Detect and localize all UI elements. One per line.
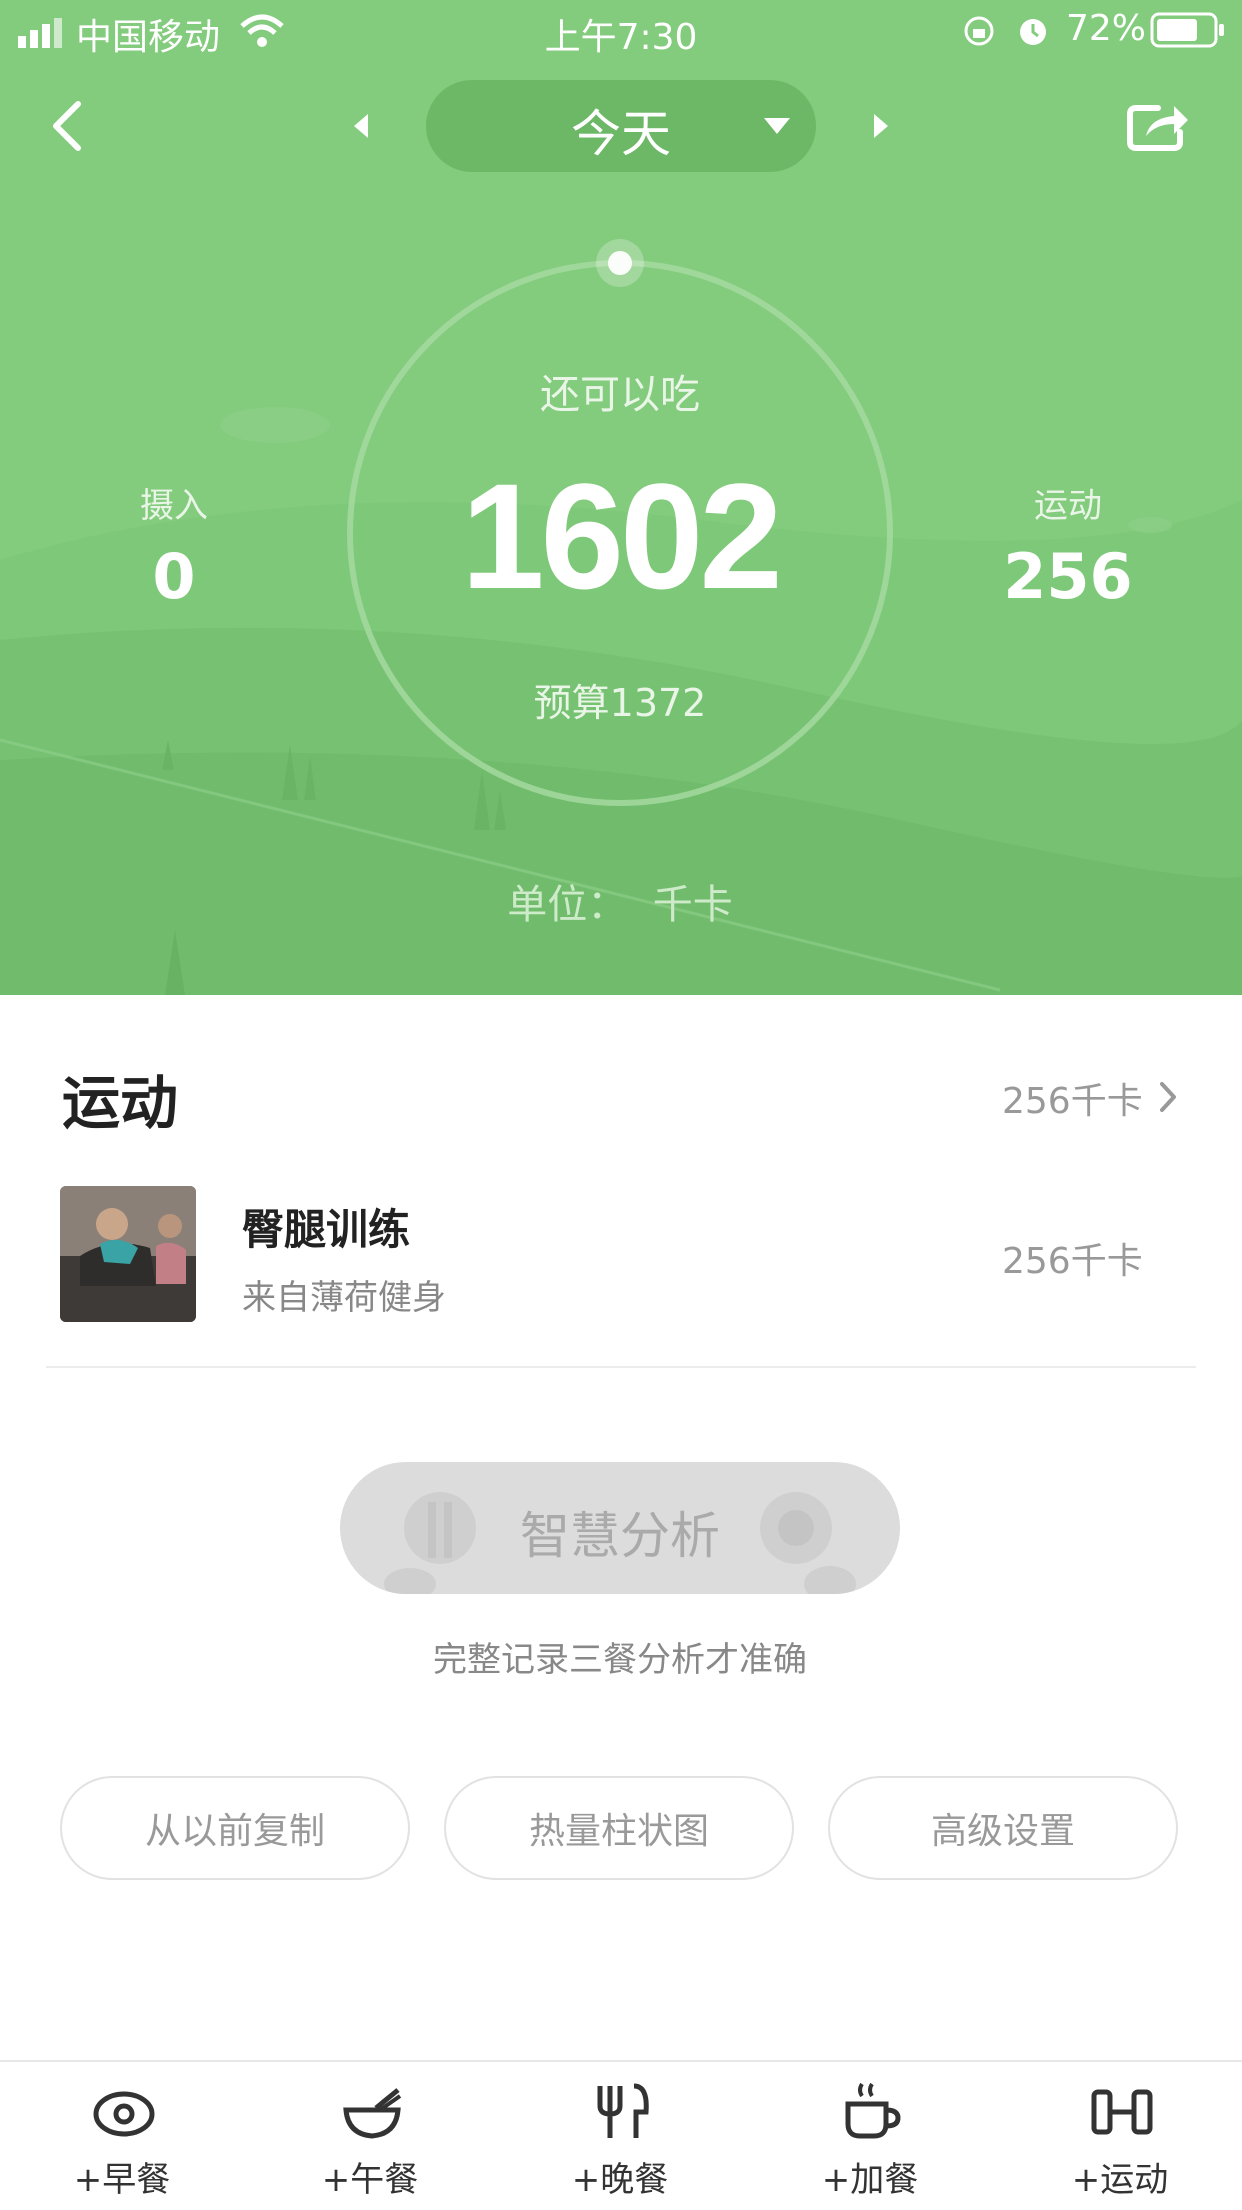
unit-label: 单位： 千卡 [507,882,733,928]
next-day-button[interactable] [858,104,902,148]
smart-analysis-label: 智慧分析 [520,1507,720,1565]
add-snack-label: +加餐 [821,2160,919,2200]
add-dinner-label: +晚餐 [571,2160,669,2200]
exercise-section-title: 运动 [62,1069,179,1137]
add-breakfast-tab[interactable]: +早餐 [22,2080,222,2208]
add-breakfast-label: +早餐 [73,2160,171,2200]
add-dinner-tab[interactable]: +晚餐 [520,2080,720,2208]
remaining-label: 还可以吃 [540,372,700,418]
add-lunch-label: +午餐 [321,2160,419,2200]
exercise-name: 臀腿训练 [242,1205,411,1254]
add-lunch-tab[interactable]: +午餐 [270,2080,470,2208]
add-exercise-label: +运动 [1071,2160,1169,2200]
chevron-left-icon [53,101,81,151]
advanced-settings-button[interactable]: 高级设置 [828,1776,1178,1880]
share-button[interactable] [1124,96,1194,156]
remaining-calories: 1602 [461,452,783,620]
budget-label: 预算1372 [533,681,707,725]
signal-icon [18,18,62,52]
bowl-icon [343,2088,402,2139]
caret-left-icon [354,114,368,138]
battery-icon [1150,12,1226,52]
share-icon [1127,105,1188,151]
exercise-value: 256 [1003,540,1133,613]
chevron-right-icon [1160,1082,1176,1112]
date-selector[interactable]: 今天 [426,80,816,172]
wifi-icon [240,14,284,52]
exercise-total: 256千卡 [1002,1081,1143,1122]
exercise-thumbnail [60,1186,196,1322]
exercise-source: 来自薄荷健身 [242,1278,446,1318]
date-label: 今天 [571,105,671,163]
battery-percent: 72% [1066,8,1147,49]
caret-down-icon [764,118,790,134]
status-time: 上午7:30 [544,17,698,58]
orientation-lock-icon [962,14,996,52]
summary-header: 中国移动 上午7:30 72% 今天 还可以吃 1602 预算1372 摄入 0… [0,0,1242,995]
egg-icon [93,2091,155,2137]
exercise-list-item[interactable]: 臀腿训练 来自薄荷健身 256千卡 [46,1170,1196,1340]
alarm-icon [1016,12,1050,52]
intake-label: 摄入 [140,486,208,526]
carrier-name: 中国移动 [76,17,221,58]
analysis-hint: 完整记录三餐分析才准确 [433,1640,807,1680]
exercise-calories: 256千卡 [1002,1241,1143,1282]
exercise-label: 运动 [1034,486,1102,526]
back-button[interactable] [40,96,100,156]
add-exercise-tab[interactable]: +运动 [1020,2080,1220,2208]
exercise-total-link[interactable]: 256千卡 [960,1068,1190,1122]
add-snack-tab[interactable]: +加餐 [770,2080,970,2208]
calorie-bar-chart-button[interactable]: 热量柱状图 [444,1776,794,1880]
caret-right-icon [874,114,888,138]
previous-day-button[interactable] [340,104,384,148]
divider [46,1366,1196,1368]
smart-analysis-button[interactable]: 智慧分析 [340,1462,900,1594]
copy-from-previous-button[interactable]: 从以前复制 [60,1776,410,1880]
intake-value: 0 [152,540,196,613]
coffee-cup-icon [845,2082,901,2139]
fork-knife-icon [597,2083,649,2138]
dumbbell-icon [1091,2089,1153,2135]
